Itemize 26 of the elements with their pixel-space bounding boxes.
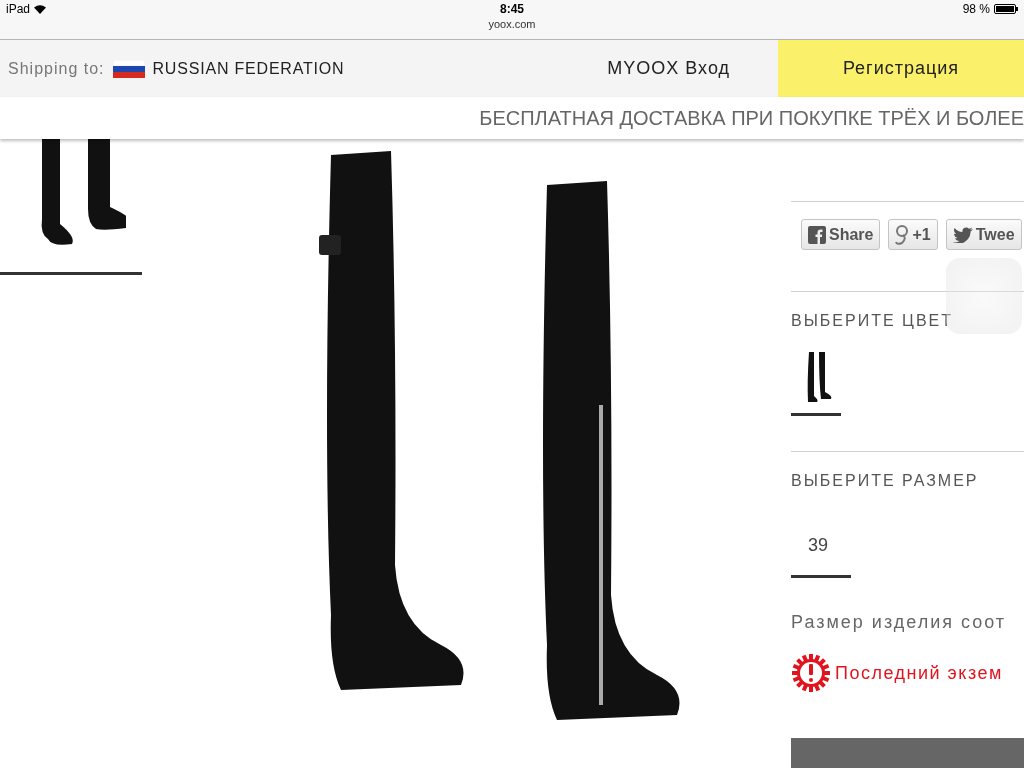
device-name: iPad xyxy=(6,2,31,16)
warning-icon xyxy=(791,653,831,693)
share-button[interactable]: Share xyxy=(801,219,881,250)
g-letter-icon xyxy=(895,223,910,246)
size-note: Размер изделия соот xyxy=(791,612,1008,633)
clock-time: 8:45 xyxy=(500,2,524,16)
flag-icon xyxy=(112,59,145,78)
color-heading: ВЫБЕРИТЕ ЦВЕТ xyxy=(791,312,955,330)
bird-icon xyxy=(952,226,973,243)
login-link[interactable]: MYOOX Вход xyxy=(607,58,730,79)
battery-percent: 98 % xyxy=(962,2,990,16)
register-button[interactable]: Регистрация xyxy=(778,40,1024,97)
battery-icon xyxy=(994,4,1018,14)
size-heading: ВЫБЕРИТЕ РАЗМЕР xyxy=(791,472,980,490)
product-thumbnail[interactable] xyxy=(0,139,142,275)
shipping-label: Shipping to: xyxy=(8,59,105,78)
color-swatch[interactable] xyxy=(791,352,841,416)
country-link[interactable]: RUSSIAN FEDERATION xyxy=(152,59,345,78)
size-option[interactable]: 39 xyxy=(791,530,851,578)
facebook-icon xyxy=(808,225,826,244)
page-url[interactable]: yoox.com xyxy=(488,18,536,30)
promo-banner-text: БЕСПЛАТНАЯ ДОСТАВКА ПРИ ПОКУПКЕ ТРЁХ И БОЛЕЕ xyxy=(479,106,1024,130)
wifi-icon xyxy=(34,4,47,14)
share-button[interactable]: +1 xyxy=(888,219,938,250)
stock-warning: Последний экзем xyxy=(835,662,1003,684)
share-button[interactable]: Twee xyxy=(945,219,1022,250)
